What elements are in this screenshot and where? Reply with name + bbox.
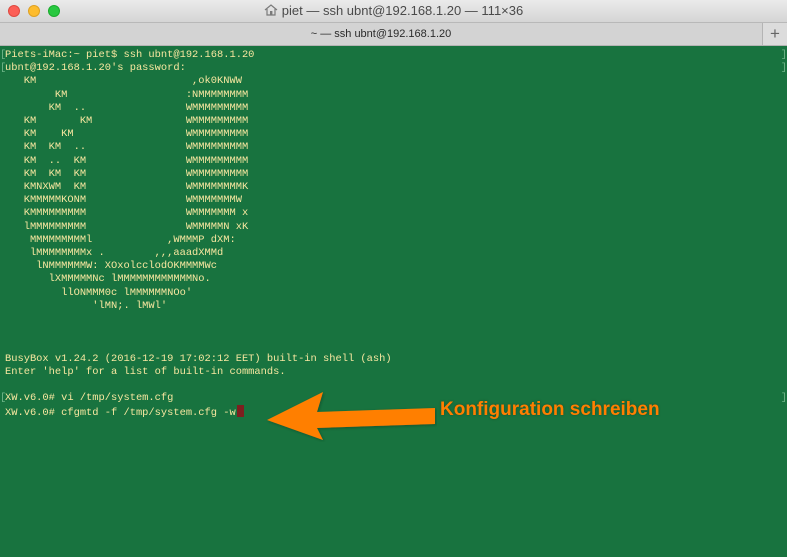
terminal-line: lMMMMMMMMM WMMMMMN xK: [5, 220, 249, 233]
terminal-line: KM KM WMMMMMMMMM: [5, 115, 249, 128]
terminal-line: KM .. WMMMMMMMMM: [5, 101, 249, 114]
home-icon: [264, 4, 278, 16]
terminal-line: XW.v6.0# cfgmtd -f /tmp/system.cfg -w: [5, 407, 236, 420]
terminal-window: piet — ssh ubnt@192.168.1.20 — 111×36 ~ …: [0, 0, 787, 557]
terminal-line: KMMMMMKONM WMMMMMMMW: [5, 194, 242, 207]
terminal-line: llONMMM0c lMMMMMMNOo': [5, 286, 193, 299]
window-title-text: piet — ssh ubnt@192.168.1.20 — 111×36: [281, 3, 524, 18]
new-tab-button[interactable]: +: [763, 23, 787, 45]
mark-bracket-right: ]: [780, 49, 787, 61]
window-title: piet — ssh ubnt@192.168.1.20 — 111×36: [0, 3, 787, 18]
terminal-line: lNMMMMMMW: XOxolcclodOKMMMMWc: [5, 260, 218, 273]
terminal-line: XW.v6.0# vi /tmp/system.cfg: [5, 392, 174, 405]
mark-bracket-right: ]: [780, 62, 787, 74]
terminal-line: KM ,ok0KNWW: [5, 75, 242, 88]
terminal-line: KM KM WMMMMMMMMM: [5, 128, 249, 141]
terminal-line: KM KM .. WMMMMMMMMM: [5, 141, 249, 154]
terminal-line: 'lMN;. lMWl': [5, 299, 168, 312]
tab-ssh-session[interactable]: ~ — ssh ubnt@192.168.1.20: [0, 23, 763, 45]
mark-bracket-right: ]: [780, 392, 787, 404]
terminal-line: KMMMMMMMMM WMMMMMMM x: [5, 207, 249, 220]
terminal-line: Piets-iMac:~ piet$ ssh ubnt@192.168.1.20: [5, 49, 255, 61]
terminal-line: lXMMMMMNc lMMMMMMMMMMMMNo.: [5, 273, 211, 286]
terminal-line: ubnt@192.168.1.20's password:: [5, 62, 186, 75]
annotation-arrow-icon: [267, 392, 435, 440]
annotation-label: Konfiguration schreiben: [440, 399, 660, 420]
terminal-line: KM KM KM WMMMMMMMMM: [5, 167, 249, 180]
terminal-line: KM :NMMMMMMMM: [5, 88, 249, 101]
terminal-line: KMNXWM KM WMMMMMMMMK: [5, 181, 249, 194]
terminal-line: lMMMMMMMMx . ,,,aaadXMMd: [5, 247, 224, 260]
terminal-cursor: [236, 405, 244, 418]
terminal-line: Enter 'help' for a list of built-in comm…: [5, 365, 286, 378]
title-bar[interactable]: piet — ssh ubnt@192.168.1.20 — 111×36: [0, 0, 787, 23]
tab-bar: ~ — ssh ubnt@192.168.1.20 +: [0, 23, 787, 46]
terminal-line: MMMMMMMMMl ,WMMMP dXM:: [5, 233, 236, 246]
terminal-line: KM .. KM WMMMMMMMMM: [5, 154, 249, 167]
terminal-line: BusyBox v1.24.2 (2016-12-19 17:02:12 EET…: [5, 352, 392, 365]
terminal-output: Piets-iMac:~ piet$ ssh ubnt@192.168.1.20…: [5, 49, 392, 421]
terminal-content[interactable]: [ ] [ ] [ ] Piets-iMac:~ piet$ ssh ubnt@…: [0, 46, 787, 557]
